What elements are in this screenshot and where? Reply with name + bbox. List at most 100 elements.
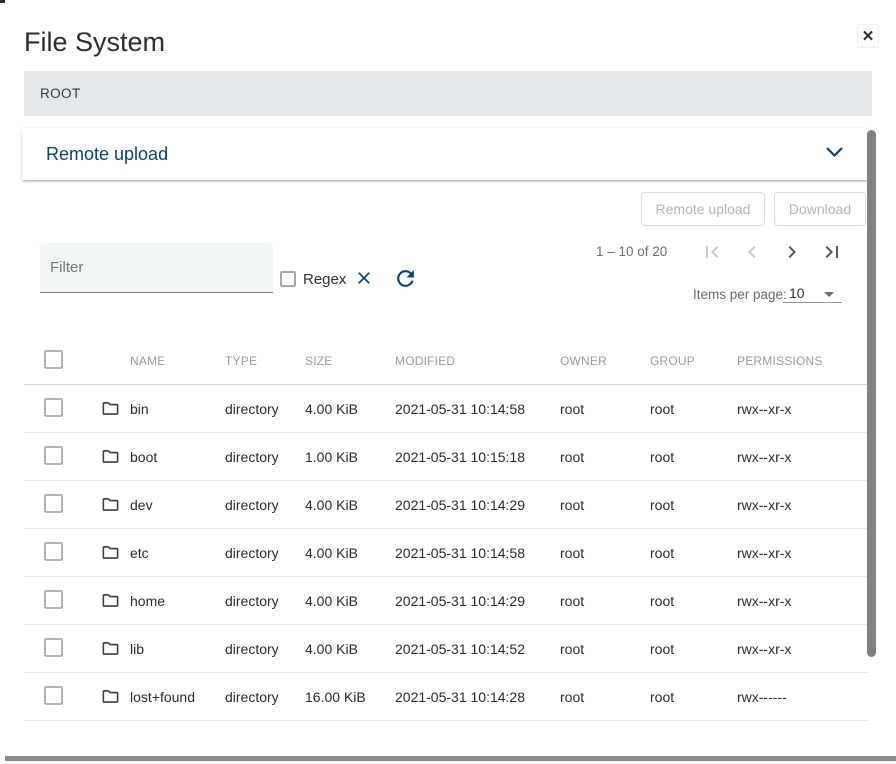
table-row[interactable]: etc directory 4.00 KiB 2021-05-31 10:14:…	[24, 529, 868, 577]
table-row[interactable]: dev directory 4.00 KiB 2021-05-31 10:14:…	[24, 481, 868, 529]
page-size-select[interactable]: 10	[783, 284, 842, 303]
cell-owner: root	[560, 449, 650, 465]
row-checkbox[interactable]	[44, 494, 63, 513]
cell-group: root	[650, 401, 737, 417]
cell-group: root	[650, 497, 737, 513]
close-button[interactable]: ✕	[857, 24, 879, 48]
cell-name: lost+found	[130, 689, 225, 705]
cell-group: root	[650, 449, 737, 465]
row-checkbox[interactable]	[44, 398, 63, 417]
table-row[interactable]: boot directory 1.00 KiB 2021-05-31 10:15…	[24, 433, 868, 481]
cell-permissions: rwx--xr-x	[737, 545, 868, 561]
close-icon: ✕	[862, 27, 875, 45]
cell-modified: 2021-05-31 10:14:58	[395, 545, 560, 561]
cell-name: boot	[130, 449, 225, 465]
folder-icon	[100, 639, 130, 658]
row-checkbox[interactable]	[44, 638, 63, 657]
table-row[interactable]: lost+found directory 16.00 KiB 2021-05-3…	[24, 673, 868, 721]
breadcrumb-root-label: ROOT	[40, 86, 81, 101]
folder-icon	[100, 447, 130, 466]
row-checkbox[interactable]	[44, 686, 63, 705]
cell-group: root	[650, 593, 737, 609]
cell-name: lib	[130, 641, 225, 657]
header-size: SIZE	[305, 354, 395, 368]
previous-page-button[interactable]	[740, 240, 764, 264]
cell-name: dev	[130, 497, 225, 513]
cell-group: root	[650, 641, 737, 657]
cell-name: bin	[130, 401, 225, 417]
breadcrumb[interactable]: ROOT	[24, 71, 872, 116]
cell-size: 1.00 KiB	[305, 449, 395, 465]
clear-filter-button[interactable]	[354, 268, 374, 288]
regex-checkbox-label[interactable]: Regex	[303, 271, 346, 288]
caret-down-icon	[824, 292, 834, 297]
header-permissions: PERMISSIONS	[737, 354, 868, 368]
table-row[interactable]: lib directory 4.00 KiB 2021-05-31 10:14:…	[24, 625, 868, 673]
table-row[interactable]: bin directory 4.00 KiB 2021-05-31 10:14:…	[24, 385, 868, 433]
download-button[interactable]: Download	[774, 192, 866, 226]
folder-icon	[100, 687, 130, 706]
first-page-button[interactable]	[700, 240, 724, 264]
table-body: bin directory 4.00 KiB 2021-05-31 10:14:…	[24, 385, 868, 721]
cell-modified: 2021-05-31 10:14:58	[395, 401, 560, 417]
close-x-icon	[354, 276, 374, 291]
table-row[interactable]: home directory 4.00 KiB 2021-05-31 10:14…	[24, 577, 868, 625]
header-group: GROUP	[650, 354, 737, 368]
row-checkbox[interactable]	[44, 590, 63, 609]
cell-size: 4.00 KiB	[305, 497, 395, 513]
cell-owner: root	[560, 497, 650, 513]
folder-icon	[100, 543, 130, 562]
cell-owner: root	[560, 401, 650, 417]
header-modified: MODIFIED	[395, 354, 560, 368]
cell-group: root	[650, 689, 737, 705]
remote-upload-panel-header[interactable]: Remote upload	[22, 128, 868, 180]
cell-type: directory	[225, 401, 305, 417]
cell-type: directory	[225, 689, 305, 705]
cell-modified: 2021-05-31 10:15:18	[395, 449, 560, 465]
vertical-scrollbar-thumb[interactable]	[867, 130, 876, 657]
refresh-icon	[393, 279, 418, 294]
header-owner: OWNER	[560, 354, 650, 368]
cell-modified: 2021-05-31 10:14:29	[395, 497, 560, 513]
remote-upload-panel-title: Remote upload	[46, 144, 168, 165]
cell-size: 4.00 KiB	[305, 593, 395, 609]
cell-name: etc	[130, 545, 225, 561]
header-type: TYPE	[225, 354, 305, 368]
chevron-right-icon	[780, 252, 804, 267]
cell-size: 4.00 KiB	[305, 545, 395, 561]
cell-name: home	[130, 593, 225, 609]
folder-icon	[100, 495, 130, 514]
cell-size: 4.00 KiB	[305, 641, 395, 657]
chevron-left-icon	[740, 252, 764, 267]
cell-type: directory	[225, 449, 305, 465]
header-name: NAME	[130, 354, 225, 368]
cell-owner: root	[560, 641, 650, 657]
cell-modified: 2021-05-31 10:14:28	[395, 689, 560, 705]
remote-upload-button[interactable]: Remote upload	[641, 192, 765, 226]
cell-owner: root	[560, 689, 650, 705]
next-page-button[interactable]	[780, 240, 804, 264]
table-header-row: NAME TYPE SIZE MODIFIED OWNER GROUP PERM…	[24, 338, 868, 385]
cell-permissions: rwx--xr-x	[737, 449, 868, 465]
regex-checkbox[interactable]	[280, 271, 296, 287]
cell-owner: root	[560, 545, 650, 561]
background-artifact	[0, 0, 5, 3]
cell-type: directory	[225, 641, 305, 657]
cell-permissions: rwx--xr-x	[737, 497, 868, 513]
row-checkbox[interactable]	[44, 542, 63, 561]
refresh-button[interactable]	[393, 266, 418, 291]
last-page-icon	[820, 252, 844, 267]
first-page-icon	[700, 252, 724, 267]
horizontal-scrollbar[interactable]	[5, 756, 896, 761]
cell-permissions: rwx--xr-x	[737, 401, 868, 417]
folder-icon	[100, 399, 130, 418]
filter-input[interactable]	[40, 243, 273, 293]
file-table: NAME TYPE SIZE MODIFIED OWNER GROUP PERM…	[24, 338, 868, 721]
cell-size: 4.00 KiB	[305, 401, 395, 417]
cell-modified: 2021-05-31 10:14:29	[395, 593, 560, 609]
row-checkbox[interactable]	[44, 446, 63, 465]
cell-permissions: rwx--xr-x	[737, 641, 868, 657]
cell-size: 16.00 KiB	[305, 689, 395, 705]
last-page-button[interactable]	[820, 240, 844, 264]
select-all-checkbox[interactable]	[44, 350, 63, 369]
